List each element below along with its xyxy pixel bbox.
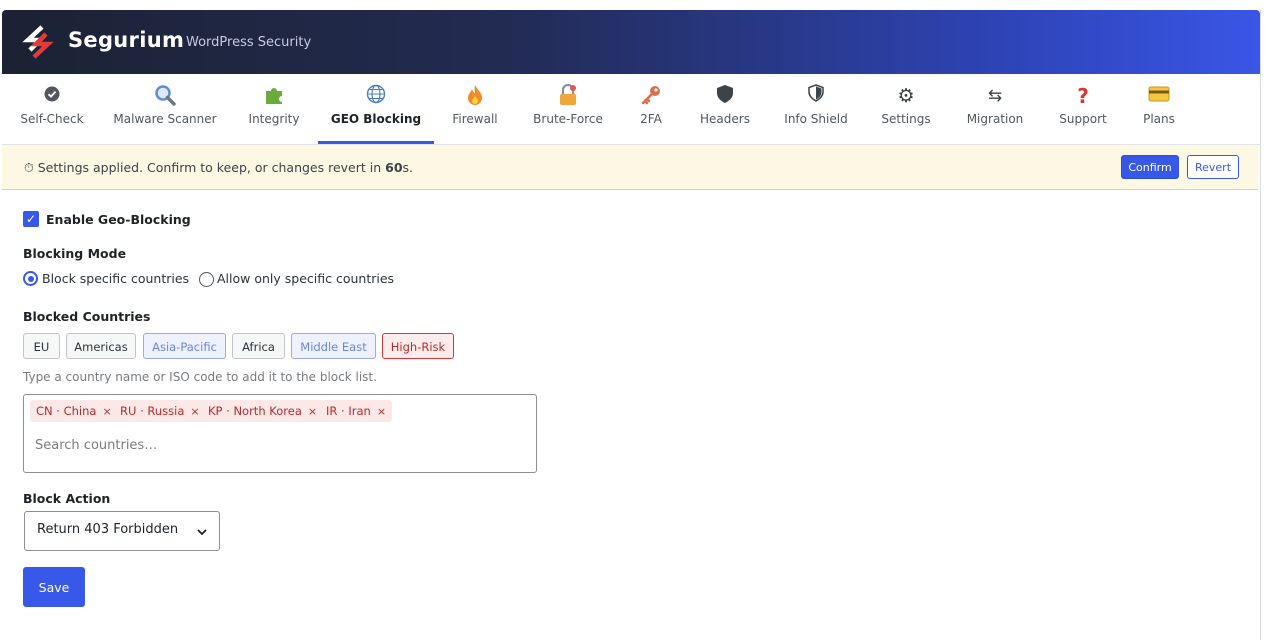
tab-firewall[interactable]: Firewall	[438, 74, 512, 144]
notice-prefix: Settings applied. Confirm to keep, or ch…	[37, 160, 386, 175]
enable-geo-blocking-label[interactable]: Enable Geo-Blocking	[46, 212, 191, 227]
preset-eu-button[interactable]: EU	[23, 333, 60, 359]
tab-label: 2FA	[640, 112, 662, 126]
country-tag: KP · North Korea ×	[202, 400, 324, 422]
radio-block-specific-label[interactable]: Block specific countries	[42, 271, 189, 286]
lock-icon	[528, 83, 608, 108]
preset-high-risk-button[interactable]: High-Risk	[382, 333, 454, 359]
fire-icon	[438, 84, 512, 108]
tab-label: Self-Check	[20, 112, 84, 126]
tab-label: Brute-Force	[533, 112, 603, 126]
block-action-value: Return 403 Forbidden	[37, 522, 179, 537]
brand-tagline: WordPress Security	[186, 35, 312, 50]
country-tag: RU · Russia ×	[114, 400, 206, 422]
country-input-hint: Type a country name or ISO code to add i…	[23, 370, 377, 384]
segurium-logo-icon	[22, 25, 54, 59]
app-header: Segurium WordPress Security	[2, 10, 1260, 74]
radio-block-specific[interactable]	[23, 271, 38, 286]
tab-headers[interactable]: Headers	[694, 74, 756, 144]
notice-text: ⏱ Settings applied. Confirm to keep, or …	[24, 160, 413, 176]
blocked-countries-title: Blocked Countries	[23, 309, 151, 324]
save-button[interactable]: Save	[23, 567, 85, 607]
chevron-down-icon	[197, 529, 207, 536]
radio-allow-only[interactable]	[199, 272, 214, 287]
block-action-select[interactable]: Return 403 Forbidden	[24, 511, 220, 551]
tab-settings[interactable]: ⚙ Settings	[874, 74, 938, 144]
check-circle-icon	[2, 84, 102, 108]
confirm-button[interactable]: Confirm	[1121, 155, 1179, 179]
tab-label: Firewall	[452, 112, 498, 126]
magnifier-icon	[110, 84, 220, 108]
block-action-title: Block Action	[23, 491, 111, 506]
remove-tag-icon[interactable]: ×	[102, 405, 111, 418]
tab-label: Malware Scanner	[113, 112, 217, 126]
tab-plans[interactable]: Plans	[1134, 74, 1184, 144]
tab-label: GEO Blocking	[330, 112, 422, 126]
tab-label: Plans	[1143, 112, 1175, 126]
tab-label: Headers	[700, 112, 750, 126]
tab-brute-force[interactable]: Brute-Force	[528, 74, 608, 144]
country-tag-label: RU · Russia	[120, 404, 185, 418]
question-icon: ?	[1077, 84, 1089, 108]
arrows-icon: ⇆	[987, 86, 1003, 106]
country-tag-label: CN · China	[36, 404, 97, 418]
revert-button[interactable]: Revert	[1187, 155, 1239, 179]
timer-icon: ⏱	[24, 160, 34, 175]
notice-seconds: 60	[385, 160, 403, 175]
remove-tag-icon[interactable]: ×	[377, 405, 386, 418]
tab-info-shield[interactable]: Info Shield	[778, 74, 854, 144]
tab-self-check[interactable]: Self-Check	[2, 74, 102, 144]
country-tag: IR · Iran ×	[320, 400, 393, 422]
info-shield-icon	[778, 84, 854, 108]
tab-malware-scanner[interactable]: Malware Scanner	[110, 74, 220, 144]
revert-countdown-notice: ⏱ Settings applied. Confirm to keep, or …	[2, 145, 1258, 190]
remove-tag-icon[interactable]: ×	[190, 405, 199, 418]
tab-bar: Self-Check Malware Scanner Integrity GEO…	[2, 74, 1260, 145]
preset-asia-pacific-button[interactable]: Asia-Pacific	[143, 333, 226, 359]
preset-middle-east-button[interactable]: Middle East	[291, 333, 376, 359]
key-icon	[626, 84, 676, 108]
puzzle-icon	[234, 84, 314, 108]
tab-label: Support	[1059, 112, 1107, 126]
globe-icon	[318, 84, 434, 108]
radio-allow-only-label[interactable]: Allow only specific countries	[217, 271, 394, 286]
tab-label: Settings	[881, 112, 931, 126]
tab-migration[interactable]: ⇆ Migration	[956, 74, 1034, 144]
preset-americas-button[interactable]: Americas	[66, 333, 136, 359]
remove-tag-icon[interactable]: ×	[308, 405, 317, 418]
notice-suffix: s.	[402, 160, 414, 175]
country-tag-label: KP · North Korea	[208, 404, 302, 418]
country-tag-label: IR · Iran	[326, 404, 371, 418]
blocking-mode-title: Blocking Mode	[23, 246, 127, 261]
tab-geo-blocking[interactable]: GEO Blocking	[318, 74, 434, 144]
enable-geo-blocking-checkbox[interactable]: ✓	[23, 211, 39, 227]
tab-label: Integrity	[248, 112, 300, 126]
tab-support[interactable]: ? Support	[1052, 74, 1114, 144]
tab-label: Info Shield	[784, 112, 848, 126]
shield-icon	[694, 84, 756, 108]
brand-name: Segurium	[68, 28, 185, 52]
preset-africa-button[interactable]: Africa	[232, 333, 285, 359]
country-tag: CN · China ×	[30, 400, 118, 422]
country-search-input[interactable]: Search countries…	[35, 438, 157, 453]
tab-integrity[interactable]: Integrity	[234, 74, 314, 144]
tab-label: Migration	[966, 112, 1024, 126]
gear-icon: ⚙	[897, 85, 915, 107]
tab-2fa[interactable]: 2FA	[626, 74, 676, 144]
card-icon	[1134, 84, 1184, 108]
